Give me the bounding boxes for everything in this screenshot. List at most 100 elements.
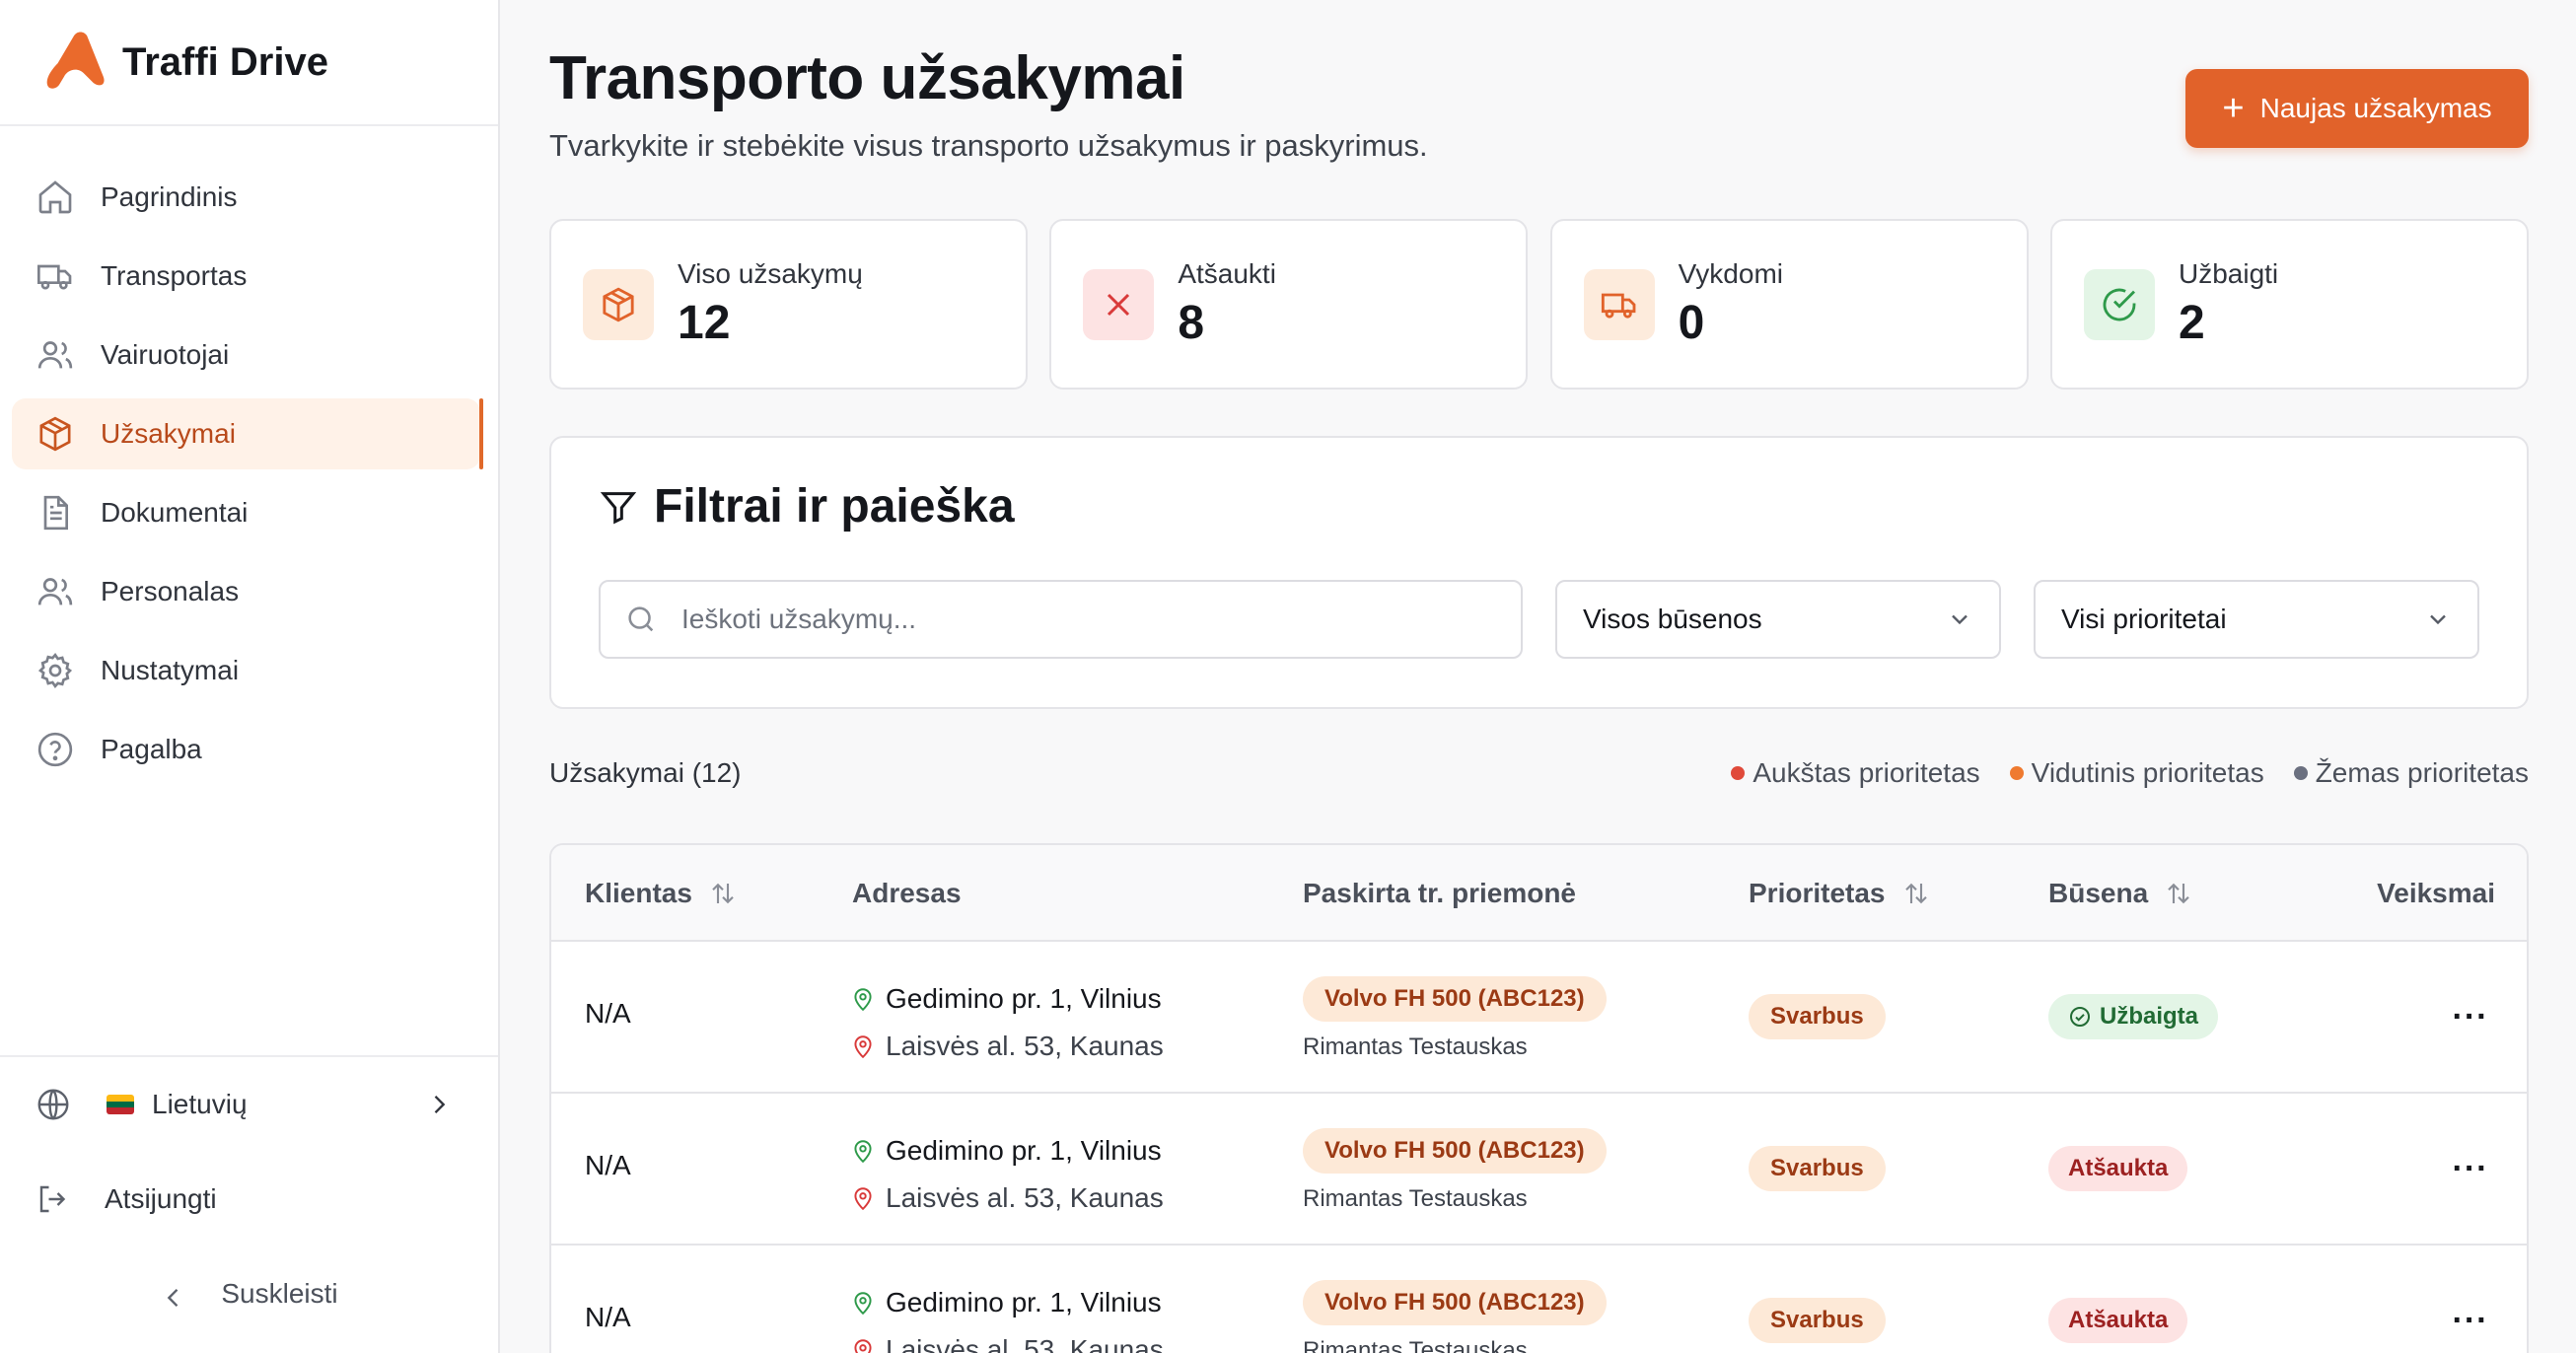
pickup-address-text: Gedimino pr. 1, Vilnius bbox=[886, 983, 1162, 1014]
more-horizontal-icon: ··· bbox=[2452, 1301, 2489, 1339]
chevron-right-icon bbox=[425, 1091, 453, 1118]
sidebar-item-pagalba[interactable]: Pagalba bbox=[12, 714, 480, 785]
stat-card-cancelled: Atšaukti 8 bbox=[1049, 219, 1529, 390]
legend-dot bbox=[1731, 766, 1746, 780]
priority-badge: Svarbus bbox=[1749, 1146, 1886, 1191]
legend-item-medium: Vidutinis prioritetas bbox=[2009, 757, 2264, 789]
sidebar: Traffi Drive Pagrindinis Transportas Vai… bbox=[0, 0, 500, 1353]
page-title: Transporto užsakymai bbox=[549, 44, 1185, 112]
sort-icon bbox=[2164, 879, 2193, 908]
orders-count: Užsakymai (12) bbox=[549, 757, 742, 788]
table-row[interactable]: N/A Gedimino pr. 1, Vilnius Laisvės al. … bbox=[551, 1246, 2527, 1353]
collapse-sidebar-button[interactable]: Suskleisti bbox=[0, 1246, 498, 1341]
status-badge: Atšaukta bbox=[2048, 1298, 2188, 1343]
sidebar-item-dokumentai[interactable]: Dokumentai bbox=[12, 477, 480, 548]
status-label: Užbaigta bbox=[2100, 1003, 2199, 1030]
column-header-actions: Veiksmai bbox=[2377, 845, 2495, 942]
sidebar-nav: Pagrindinis Transportas Vairuotojai Užsa… bbox=[0, 126, 498, 785]
legend-label: Vidutinis prioritetas bbox=[2031, 757, 2264, 788]
table-row[interactable]: N/A Gedimino pr. 1, Vilnius Laisvės al. … bbox=[551, 1094, 2527, 1246]
address-cell: Gedimino pr. 1, Vilnius Laisvės al. 53, … bbox=[852, 1279, 1164, 1353]
row-actions-button[interactable]: ··· bbox=[2445, 1295, 2496, 1346]
status-filter-select[interactable]: Visos būsenos bbox=[1555, 580, 2001, 659]
sidebar-footer: Lietuvių Atsijungti Suskleisti bbox=[0, 1055, 498, 1341]
stat-value: 8 bbox=[1178, 297, 1205, 349]
delivery-address-text: Laisvės al. 53, Kaunas bbox=[886, 1334, 1164, 1353]
plus-icon: + bbox=[2222, 88, 2245, 129]
map-pin-green-icon bbox=[854, 988, 872, 1012]
address-cell: Gedimino pr. 1, Vilnius Laisvės al. 53, … bbox=[852, 975, 1164, 1070]
sidebar-item-transportas[interactable]: Transportas bbox=[12, 241, 480, 312]
globe-icon bbox=[36, 1087, 71, 1122]
stat-value: 0 bbox=[1678, 297, 1705, 349]
status-cell: Atšaukta bbox=[2048, 1146, 2188, 1191]
stat-label: Viso užsakymų bbox=[678, 258, 863, 289]
priority-filter-select[interactable]: Visi prioritetai bbox=[2034, 580, 2479, 659]
column-label: Paskirta tr. priemonė bbox=[1303, 878, 1577, 908]
new-order-button[interactable]: + Naujas užsakymas bbox=[2185, 69, 2529, 148]
sidebar-item-vairuotojai[interactable]: Vairuotojai bbox=[12, 320, 480, 391]
brand[interactable]: Traffi Drive bbox=[0, 0, 498, 126]
more-horizontal-icon: ··· bbox=[2452, 997, 2489, 1035]
gear-icon bbox=[36, 651, 75, 690]
priority-filter-value: Visi prioritetai bbox=[2061, 604, 2227, 634]
column-label: Klientas bbox=[585, 878, 692, 908]
column-label: Veiksmai bbox=[2377, 878, 2495, 908]
client-cell: N/A bbox=[585, 998, 631, 1029]
stat-label: Atšaukti bbox=[1178, 258, 1276, 289]
priority-badge: Svarbus bbox=[1749, 994, 1886, 1039]
column-label: Būsena bbox=[2048, 878, 2149, 908]
stat-value: 2 bbox=[2178, 297, 2205, 349]
stat-value: 12 bbox=[678, 297, 731, 349]
sidebar-item-personalas[interactable]: Personalas bbox=[12, 556, 480, 627]
map-pin-green-icon bbox=[854, 1292, 872, 1316]
sidebar-item-uzsakymai[interactable]: Užsakymai bbox=[12, 398, 483, 469]
document-icon bbox=[36, 493, 75, 533]
filters-heading: Filtrai ir paieška bbox=[599, 479, 1015, 534]
vehicle-badge: Volvo FH 500 (ABC123) bbox=[1303, 1128, 1607, 1174]
vehicle-badge: Volvo FH 500 (ABC123) bbox=[1303, 1280, 1607, 1325]
stat-label: Vykdomi bbox=[1678, 258, 1783, 289]
stat-card-completed: Užbaigti 2 bbox=[2049, 219, 2529, 390]
column-header-status[interactable]: Būsena bbox=[2048, 845, 2193, 942]
language-selector[interactable]: Lietuvių bbox=[0, 1057, 498, 1152]
column-header-priority[interactable]: Prioritetas bbox=[1749, 845, 1931, 942]
truck-icon bbox=[1583, 268, 1655, 340]
pickup-address-text: Gedimino pr. 1, Vilnius bbox=[886, 1135, 1162, 1166]
priority-badge: Svarbus bbox=[1749, 1298, 1886, 1343]
sidebar-item-pagrindinis[interactable]: Pagrindinis bbox=[12, 162, 480, 233]
column-header-client[interactable]: Klientas bbox=[585, 845, 738, 942]
column-label: Prioritetas bbox=[1749, 878, 1886, 908]
table-row[interactable]: N/A Gedimino pr. 1, Vilnius Laisvės al. … bbox=[551, 942, 2527, 1094]
filter-icon bbox=[600, 491, 637, 524]
priority-cell: Svarbus bbox=[1749, 1298, 1886, 1343]
logout-button[interactable]: Atsijungti bbox=[0, 1152, 498, 1246]
status-cell: Užbaigta bbox=[2048, 994, 2219, 1039]
status-filter-value: Visos būsenos bbox=[1583, 604, 1762, 634]
legend-label: Žemas prioritetas bbox=[2315, 757, 2529, 788]
client-cell: N/A bbox=[585, 1302, 631, 1332]
search-input[interactable] bbox=[681, 604, 1490, 635]
filters-title: Filtrai ir paieška bbox=[654, 480, 1015, 533]
driver-name: Rimantas Testauskas bbox=[1303, 1185, 1528, 1212]
delivery-address: Laisvės al. 53, Kaunas bbox=[852, 1023, 1164, 1070]
sidebar-item-nustatymai[interactable]: Nustatymai bbox=[12, 635, 480, 706]
status-label: Atšaukta bbox=[2068, 1307, 2169, 1333]
sidebar-item-label: Transportas bbox=[101, 260, 248, 291]
chevron-down-icon bbox=[1946, 605, 1973, 633]
help-icon bbox=[36, 730, 75, 769]
users-icon bbox=[36, 572, 75, 611]
stat-card-in-progress: Vykdomi 0 bbox=[1549, 219, 2029, 390]
legend-item-low: Žemas prioritetas bbox=[2293, 757, 2529, 789]
row-actions-button[interactable]: ··· bbox=[2445, 1143, 2496, 1194]
pickup-address: Gedimino pr. 1, Vilnius bbox=[852, 1279, 1164, 1326]
client-cell: N/A bbox=[585, 1150, 631, 1180]
column-header-vehicle: Paskirta tr. priemonė bbox=[1303, 845, 1576, 942]
delivery-address: Laisvės al. 53, Kaunas bbox=[852, 1326, 1164, 1353]
table-header: Klientas Adresas Paskirta tr. priemonė P… bbox=[551, 845, 2527, 942]
stat-card-total: Viso užsakymų 12 bbox=[549, 219, 1028, 390]
users-icon bbox=[36, 335, 75, 375]
package-icon bbox=[583, 268, 654, 340]
stats-row: Viso užsakymų 12 Atšaukti 8 Vykdomi 0 Už… bbox=[549, 219, 2529, 390]
row-actions-button[interactable]: ··· bbox=[2445, 991, 2496, 1042]
